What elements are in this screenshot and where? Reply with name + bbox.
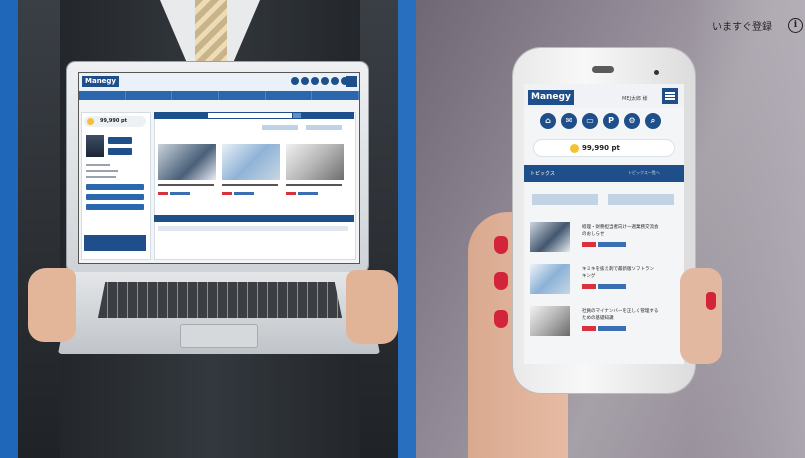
topics-label: トピックス <box>530 171 555 177</box>
laptop-content: 99,990 pt <box>78 72 358 262</box>
phone-icon-row: ⌂ ✉ ▭ P ⚙ ⌕ <box>540 113 661 129</box>
phone-app-logo: Manegy <box>528 90 574 105</box>
new-tag <box>222 192 232 195</box>
settings-icon: ⚙ <box>624 113 640 129</box>
article-title-line: 経理・財務担当者向け一週業務交流会 <box>582 225 659 230</box>
article-caption <box>286 184 342 186</box>
presenter-tie <box>195 0 227 70</box>
home-icon: ⌂ <box>540 113 556 129</box>
new-tag <box>582 284 596 289</box>
register-now-button[interactable]: いますぐ登録 <box>712 18 772 33</box>
points-icon: P <box>603 113 619 129</box>
avatar <box>86 135 104 157</box>
tab-button <box>532 194 598 205</box>
sidebar-text <box>86 170 118 172</box>
sidebar-link <box>86 204 144 210</box>
article-thumbnail <box>286 144 344 180</box>
article-thumbnail <box>530 264 570 294</box>
phone-screen: Manegy MEJ太郎 様 ⌂ ✉ ▭ P ⚙ ⌕ 99,990 pt トピッ… <box>524 84 684 364</box>
article-title-line: のおしらせ <box>582 232 605 237</box>
phone-tabs <box>532 194 674 205</box>
fingernail <box>494 310 508 328</box>
fingernail <box>494 272 508 290</box>
video-frame: Manegy 99,990 pt Manegy MEJ太郎 様 ⌂ ✉ ▭ P … <box>0 0 805 458</box>
article-title: 社員のマイナンバーを正しく管理する ための基礎知識 <box>582 308 680 322</box>
tab-button <box>608 194 674 205</box>
article-title: キミキを抜え刺で最新版ソフトラン キング <box>582 266 680 280</box>
phone-user-name: MEJ太郎 様 <box>622 96 648 102</box>
tab-button <box>306 125 342 130</box>
sidebar-button <box>108 137 132 144</box>
points-value: 99,990 pt <box>582 144 620 152</box>
hamburger-menu-icon <box>662 88 678 104</box>
search-button <box>293 113 301 118</box>
article-title: 経理・財務担当者向け一週業務交流会 のおしらせ <box>582 224 680 238</box>
backdrop-blue-left <box>0 0 18 458</box>
presenter-right-hand <box>346 270 398 344</box>
new-tag <box>286 192 296 195</box>
article-title-line: キング <box>582 274 596 279</box>
topics-more-link: トピックス一覧へ <box>628 170 660 175</box>
coin-icon <box>87 118 94 125</box>
article-caption <box>222 184 278 186</box>
search-icon: ⌕ <box>645 113 661 129</box>
category-tag <box>298 192 318 195</box>
phone-camera <box>654 70 659 75</box>
presenter-left-hand <box>28 268 76 342</box>
tab-button <box>262 125 298 130</box>
article-title-line: ための基礎知識 <box>582 316 614 321</box>
sidebar-link <box>86 194 144 200</box>
article-caption <box>158 184 214 186</box>
category-tag <box>598 326 626 331</box>
phone-speaker <box>592 66 614 73</box>
article-thumbnail <box>158 144 216 180</box>
info-icon[interactable]: i <box>788 18 803 33</box>
promo-banner <box>84 235 146 251</box>
search-input <box>208 113 292 118</box>
article-thumbnail <box>222 144 280 180</box>
background-light <box>690 0 805 458</box>
article-thumbnail <box>530 306 570 336</box>
message-icon: ▭ <box>582 113 598 129</box>
sidebar-text <box>86 164 110 166</box>
hand-fingers <box>680 268 722 364</box>
article-title-line: 社員のマイナンバーを正しく管理する <box>582 309 659 314</box>
fingernail <box>494 236 508 254</box>
sidebar-text <box>86 176 116 178</box>
category-tag <box>598 284 626 289</box>
laptop-keyboard <box>98 282 342 318</box>
sidebar-link <box>86 184 144 190</box>
sidebar-button <box>108 148 132 155</box>
category-tag <box>234 192 254 195</box>
category-tag <box>170 192 190 195</box>
laptop-touchpad <box>180 324 258 348</box>
qa-tabs <box>158 226 348 231</box>
new-tag <box>582 326 596 331</box>
laptop-main-panel <box>154 112 356 260</box>
mail-icon: ✉ <box>561 113 577 129</box>
backdrop-blue-right <box>398 0 416 458</box>
article-thumbnail <box>530 222 570 252</box>
category-tag <box>598 242 626 247</box>
coin-icon <box>570 144 579 153</box>
fingernail <box>706 292 716 310</box>
qa-header <box>154 215 354 222</box>
article-title-line: キミキを抜え刺で最新版ソフトラン <box>582 267 654 272</box>
new-tag <box>582 242 596 247</box>
new-tag <box>158 192 168 195</box>
